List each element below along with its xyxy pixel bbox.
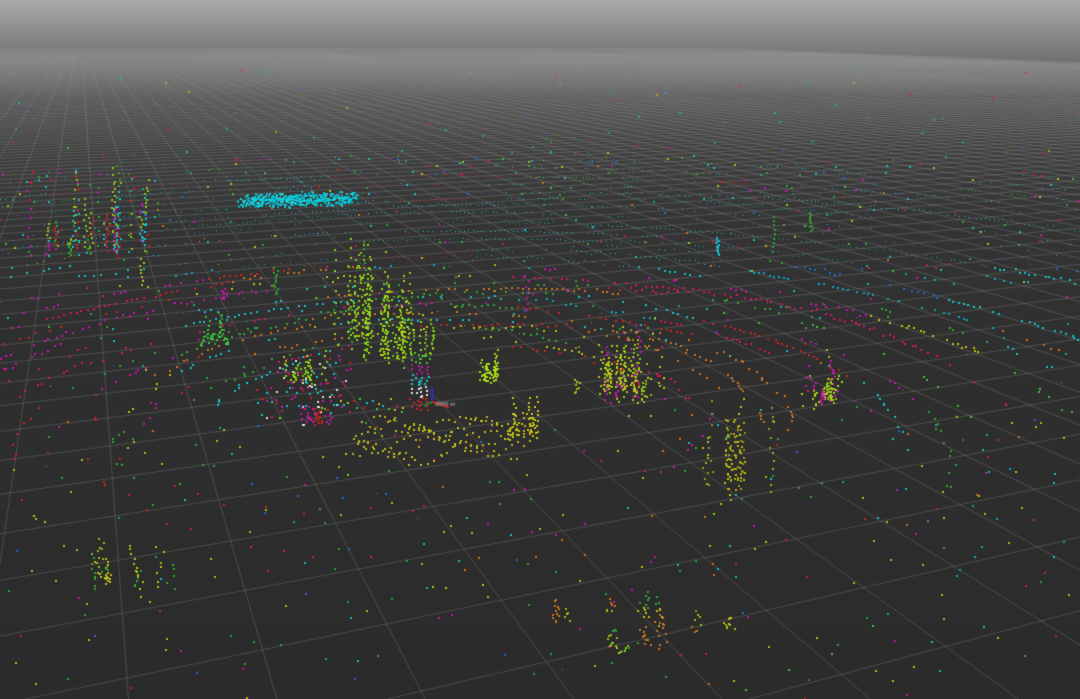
app-window: [0, 0, 1080, 699]
pointcloud-canvas[interactable]: [0, 0, 1080, 699]
3d-viewport[interactable]: [0, 0, 1080, 699]
